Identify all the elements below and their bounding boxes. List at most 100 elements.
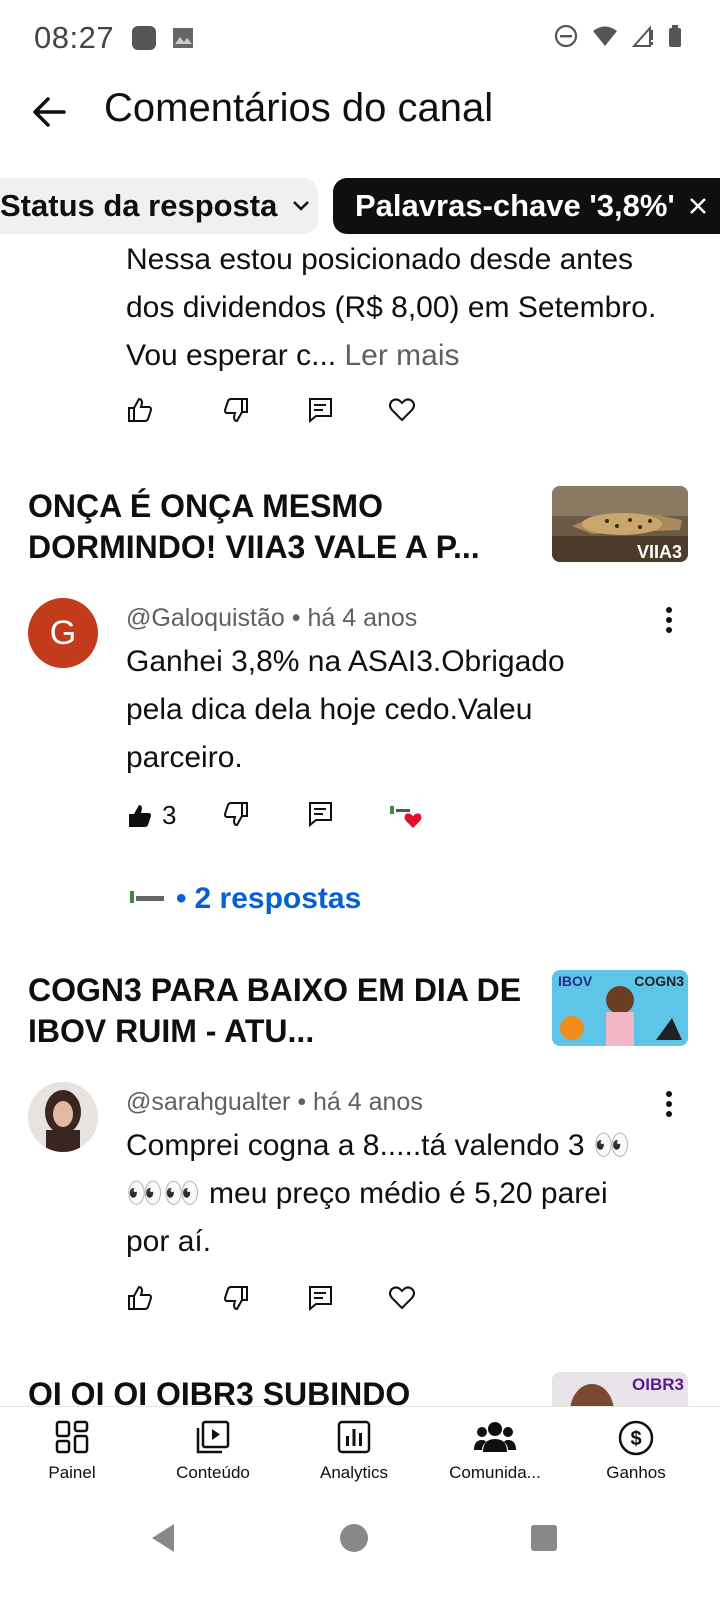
meta-separator: • [291,604,308,632]
thumbnail-text: COGN3 [634,973,684,989]
view-replies-button[interactable]: • 2 respostas [128,882,361,916]
filter-chip-label: Palavras-chave '3,8%' [355,188,675,223]
wifi-icon [593,26,617,46]
svg-text:$: $ [630,1428,641,1450]
nav-content[interactable]: Conteúdo [141,1407,285,1505]
status-icons [554,24,682,48]
comment-actions: 3 [126,800,446,840]
nav-dashboard[interactable]: Painel [0,1407,144,1505]
comment-author[interactable]: @sarahgualter [126,1088,290,1116]
video-title[interactable]: COGN3 PARA BAIXO EM DIA DE IBOV RUIM - A… [28,970,548,1052]
heart-button[interactable] [388,1284,416,1312]
like-button[interactable] [126,1284,154,1312]
reply-icon [309,398,332,424]
signal-icon [632,25,653,47]
filter-chip-reply-status[interactable]: Status da resposta [0,178,318,234]
like-button[interactable] [126,396,154,424]
app-header: Comentários do canal [0,76,720,176]
battery-icon [669,25,681,47]
comments-list[interactable]: Nessa estou posicionado desde antes dos … [0,240,720,1406]
thumbnail-text: IBOV [558,973,593,989]
analytics-icon [337,1420,371,1454]
avatar[interactable]: G [28,598,98,668]
nav-label: Painel [48,1463,96,1482]
bottom-navigation: Painel Conteúdo Analytics Comunida... $ … [0,1406,720,1504]
recents-square-icon[interactable] [530,1524,558,1552]
nav-label: Analytics [319,1463,389,1482]
gallery-icon [173,28,193,48]
more-options-icon[interactable] [664,606,674,634]
status-time: 08:27 [34,20,115,55]
thumbnail-text: OIBR3 [632,1375,684,1394]
video-thumbnail[interactable]: VIIA3 [552,486,688,562]
nav-label: Ganhos [606,1463,666,1482]
home-circle-icon[interactable] [338,1522,370,1554]
heart-icon [389,1286,415,1310]
replies-separator: • [176,882,187,915]
creator-heart-button[interactable] [388,800,424,830]
avatar-letter: G [49,614,77,652]
like-count: 3 [162,800,177,830]
dashboard-icon [55,1420,89,1454]
avatar-photo [28,1082,98,1152]
like-button[interactable]: 3 [126,800,176,831]
dislike-button[interactable] [222,800,250,828]
filter-chips: Status da resposta Palavras-chave '3,8%' [0,178,720,234]
nav-community[interactable]: Comunida... [423,1407,567,1505]
creator-avatar-icon [130,891,164,903]
cogn3-thumbnail-image: IBOV COGN3 [552,970,688,1046]
nav-label: Comunida... [449,1463,541,1482]
video-thumbnail[interactable]: IBOV COGN3 [552,970,688,1046]
more-options-icon[interactable] [664,1090,674,1118]
reply-button[interactable] [306,1284,334,1312]
video-title[interactable]: OI OI OI OIBR3 SUBINDO [28,1374,548,1406]
reply-button[interactable] [306,800,334,828]
thumbs-up-icon [128,1285,153,1310]
thumbs-up-icon [128,397,153,422]
back-triangle-icon[interactable] [148,1522,178,1554]
thumbs-down-icon [223,802,248,827]
nav-earnings[interactable]: $ Ganhos [564,1407,708,1505]
video-thumbnail[interactable]: OIBR3 [552,1372,688,1406]
thumbnail-text: VIIA3 [637,542,682,562]
comment-meta: @Galoquistão • há 4 anos [126,604,417,633]
leopard-thumbnail-image: VIIA3 [552,486,688,562]
dnd-icon [554,24,578,48]
filter-chip-keywords[interactable]: Palavras-chave '3,8%' [333,178,720,234]
reply-icon [309,802,332,828]
page-title: Comentários do canal [104,86,494,130]
content-icon [196,1420,230,1454]
replies-count: 2 respostas [194,882,362,915]
comment-body: Comprei cogna a 8.....tá valendo 3 👀👀👀 m… [126,1129,631,1258]
chevron-down-icon [293,201,310,211]
reply-icon [309,1286,332,1312]
comment-text: Nessa estou posicionado desde antes dos … [126,240,666,380]
nav-analytics[interactable]: Analytics [282,1407,426,1505]
close-icon[interactable] [689,197,707,215]
dislike-button[interactable] [222,396,250,424]
notification-icon [132,26,156,50]
system-navigation-bar [0,1504,720,1600]
comment-body: Ganhei 3,8% na ASAI3.Obrigado pela dica … [126,645,565,774]
oibr3-thumbnail-image: OIBR3 [552,1372,688,1406]
read-more-link[interactable]: Ler mais [344,339,459,372]
comment-actions [126,396,446,436]
reply-button[interactable] [306,396,334,424]
filter-chip-label: Status da resposta [0,188,278,223]
avatar[interactable] [28,1082,98,1152]
heart-icon [389,398,415,422]
community-icon [474,1422,516,1452]
thumbs-down-icon [223,1286,248,1311]
heart-button[interactable] [388,396,416,424]
thumbs-down-icon [223,398,248,423]
creator-heart-icon [390,806,422,828]
meta-separator: • [297,1088,314,1116]
back-arrow-icon[interactable] [28,90,72,134]
dislike-button[interactable] [222,1284,250,1312]
thumbs-up-filled-icon [129,804,151,827]
comment-author[interactable]: @Galoquistão [126,604,285,632]
comment-time: há 4 anos [307,604,418,632]
earnings-icon: $ [618,1420,654,1456]
video-title[interactable]: ONÇA É ONÇA MESMO DORMINDO! VIIA3 VALE A… [28,486,548,568]
comment-actions [126,1284,446,1324]
